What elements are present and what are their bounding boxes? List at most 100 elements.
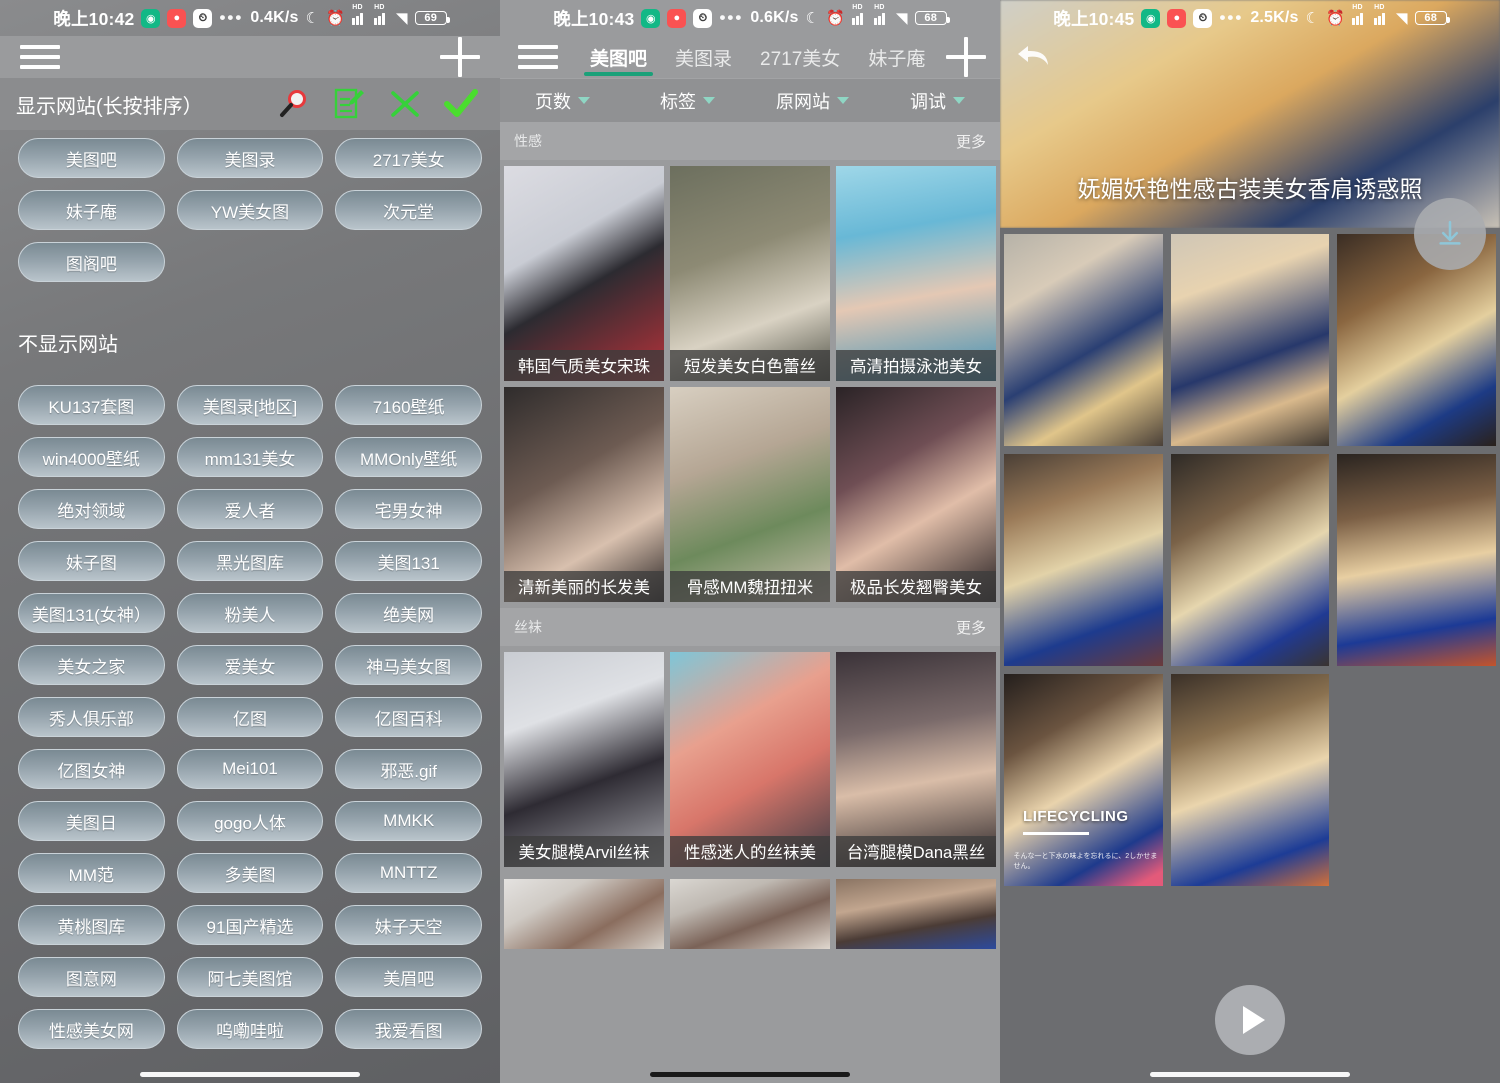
search-magnifier-icon[interactable] — [276, 87, 310, 121]
gallery-item[interactable] — [836, 879, 996, 949]
wifi-icon: ◥ — [396, 9, 408, 27]
filter-0[interactable]: 页数 — [500, 88, 625, 114]
hidden-site-chip[interactable]: 绝美网 — [335, 593, 482, 633]
hidden-site-chip[interactable]: 阿七美图馆 — [177, 957, 324, 997]
gallery-item[interactable]: 韩国气质美女宋珠 — [504, 166, 664, 381]
hidden-site-chip[interactable]: 91国产精选 — [177, 905, 324, 945]
hidden-site-chip[interactable]: Mei101 — [177, 749, 324, 789]
hidden-site-chip[interactable]: MMKK — [335, 801, 482, 841]
status-time: 晚上10:42 — [53, 6, 134, 31]
tab-1[interactable]: 美图录 — [661, 36, 746, 78]
gallery-item[interactable]: 美女腿模Arvil丝袜 — [504, 652, 664, 867]
hidden-site-chip[interactable]: gogo人体 — [177, 801, 324, 841]
shown-site-chip[interactable]: 2717美女 — [335, 138, 482, 178]
hidden-site-chip[interactable]: 美图131 — [335, 541, 482, 581]
shown-site-chip[interactable]: 美图录 — [177, 138, 324, 178]
album-thumb[interactable] — [1171, 454, 1330, 666]
filter-1[interactable]: 标签 — [625, 88, 750, 114]
hidden-site-chip[interactable]: KU137套图 — [18, 385, 165, 425]
hidden-site-chip[interactable]: mm131美女 — [177, 437, 324, 477]
tab-3[interactable]: 妹子庵 — [854, 36, 939, 78]
filter-label: 原网站 — [776, 88, 830, 114]
album-thumb[interactable] — [1004, 234, 1163, 446]
hidden-site-chip[interactable]: 呜嘞哇啦 — [177, 1009, 324, 1049]
shown-site-chip[interactable]: YW美女图 — [177, 190, 324, 230]
menu-icon[interactable] — [20, 45, 60, 69]
hidden-site-chip[interactable]: 黄桃图库 — [18, 905, 165, 945]
gallery-item[interactable]: 清新美丽的长发美 — [504, 387, 664, 602]
nav-home-indicator — [140, 1072, 360, 1077]
hidden-site-chip[interactable]: 宅男女神 — [335, 489, 482, 529]
hidden-site-chip[interactable]: 美图131(女神） — [18, 593, 165, 633]
back-arrow-icon[interactable] — [1014, 40, 1054, 70]
battery-indicator: 68 — [915, 11, 947, 25]
gallery-item[interactable]: 短发美女白色蕾丝 — [670, 166, 830, 381]
album-thumb[interactable] — [1171, 234, 1330, 446]
hidden-site-chip[interactable]: win4000壁纸 — [18, 437, 165, 477]
play-icon[interactable] — [1215, 985, 1285, 1055]
hidden-site-chip[interactable]: 邪恶.gif — [335, 749, 482, 789]
hidden-site-chip[interactable]: 美图日 — [18, 801, 165, 841]
album-thumb[interactable] — [1171, 674, 1330, 886]
hidden-site-chip[interactable]: 粉美人 — [177, 593, 324, 633]
download-icon[interactable] — [1414, 198, 1486, 270]
section-more-link[interactable]: 更多 — [956, 131, 986, 152]
gallery-sections: 性感更多韩国气质美女宋珠短发美女白色蕾丝高清拍摄泳池美女清新美丽的长发美骨感MM… — [500, 122, 1000, 955]
hidden-site-chip[interactable]: 美图录[地区] — [177, 385, 324, 425]
hidden-site-chip[interactable]: MM范 — [18, 853, 165, 893]
tab-0[interactable]: 美图吧 — [576, 36, 661, 78]
nav-home-indicator — [650, 1072, 850, 1077]
hidden-site-chip[interactable]: 妹子图 — [18, 541, 165, 581]
gallery-item[interactable]: 高清拍摄泳池美女 — [836, 166, 996, 381]
hidden-site-chip[interactable]: 我爱看图 — [335, 1009, 482, 1049]
record-notification-icon: ● — [167, 9, 186, 28]
album-thumb[interactable]: LIFECYCLING そんな一と下水の味よを忘れるに、2しかせません。 — [1004, 674, 1163, 886]
shown-site-chip[interactable]: 美图吧 — [18, 138, 165, 178]
menu-icon[interactable] — [518, 45, 558, 69]
hidden-site-chip[interactable]: 亿图百科 — [335, 697, 482, 737]
gallery-item[interactable] — [504, 879, 664, 949]
gallery-item[interactable] — [670, 879, 830, 949]
filter-3[interactable]: 调试 — [875, 88, 1000, 114]
hidden-site-chip[interactable]: 图意网 — [18, 957, 165, 997]
hidden-site-chip[interactable]: 爱人者 — [177, 489, 324, 529]
hidden-site-chip[interactable]: MNTTZ — [335, 853, 482, 893]
album-thumb[interactable] — [1337, 454, 1496, 666]
alarm-icon: ⏰ — [1326, 9, 1345, 27]
tab-2[interactable]: 2717美女 — [746, 36, 854, 78]
hidden-site-chip[interactable]: 亿图女神 — [18, 749, 165, 789]
hidden-site-chip[interactable]: 美女之家 — [18, 645, 165, 685]
hidden-site-chip[interactable]: 绝对领域 — [18, 489, 165, 529]
gallery-item[interactable]: 骨感MM魏扭扭米 — [670, 387, 830, 602]
hidden-site-chip[interactable]: 秀人俱乐部 — [18, 697, 165, 737]
check-icon[interactable] — [444, 87, 478, 121]
hidden-site-chip[interactable]: 爱美女 — [177, 645, 324, 685]
hidden-site-chip[interactable]: MMOnly壁纸 — [335, 437, 482, 477]
shown-site-chip[interactable]: 妹子庵 — [18, 190, 165, 230]
gallery-item-image — [504, 387, 664, 602]
watermark-text: LIFECYCLING — [1023, 808, 1129, 835]
hidden-site-chip[interactable]: 亿图 — [177, 697, 324, 737]
edit-note-icon[interactable] — [332, 87, 366, 121]
hidden-site-chip[interactable]: 性感美女网 — [18, 1009, 165, 1049]
hidden-site-chip[interactable]: 7160壁纸 — [335, 385, 482, 425]
gallery-item[interactable]: 台湾腿模Dana黑丝 — [836, 652, 996, 867]
section-more-link[interactable]: 更多 — [956, 617, 986, 638]
filter-2[interactable]: 原网站 — [750, 88, 875, 114]
add-tab-icon[interactable] — [946, 37, 986, 77]
hidden-site-chip[interactable]: 妹子天空 — [335, 905, 482, 945]
album-thumb[interactable] — [1337, 234, 1496, 446]
clock-notification-icon: ⏲ — [693, 9, 712, 28]
hidden-site-chip[interactable]: 神马美女图 — [335, 645, 482, 685]
gallery-item[interactable]: 性感迷人的丝袜美 — [670, 652, 830, 867]
hidden-site-chip[interactable]: 黑光图库 — [177, 541, 324, 581]
shown-site-chip[interactable]: 图阁吧 — [18, 242, 165, 282]
close-x-icon[interactable] — [388, 87, 422, 121]
album-thumb[interactable] — [1004, 454, 1163, 666]
hidden-site-chip[interactable]: 多美图 — [177, 853, 324, 893]
hidden-site-chip[interactable]: 美眉吧 — [335, 957, 482, 997]
add-icon[interactable] — [440, 37, 480, 77]
three-panel-screenshot: 晚上10:42 ◉ ● ⏲ ••• 0.4K/s ☾ ⏰ HD HD ◥ 69 … — [0, 0, 1500, 1083]
shown-site-chip[interactable]: 次元堂 — [335, 190, 482, 230]
gallery-item[interactable]: 极品长发翘臀美女 — [836, 387, 996, 602]
